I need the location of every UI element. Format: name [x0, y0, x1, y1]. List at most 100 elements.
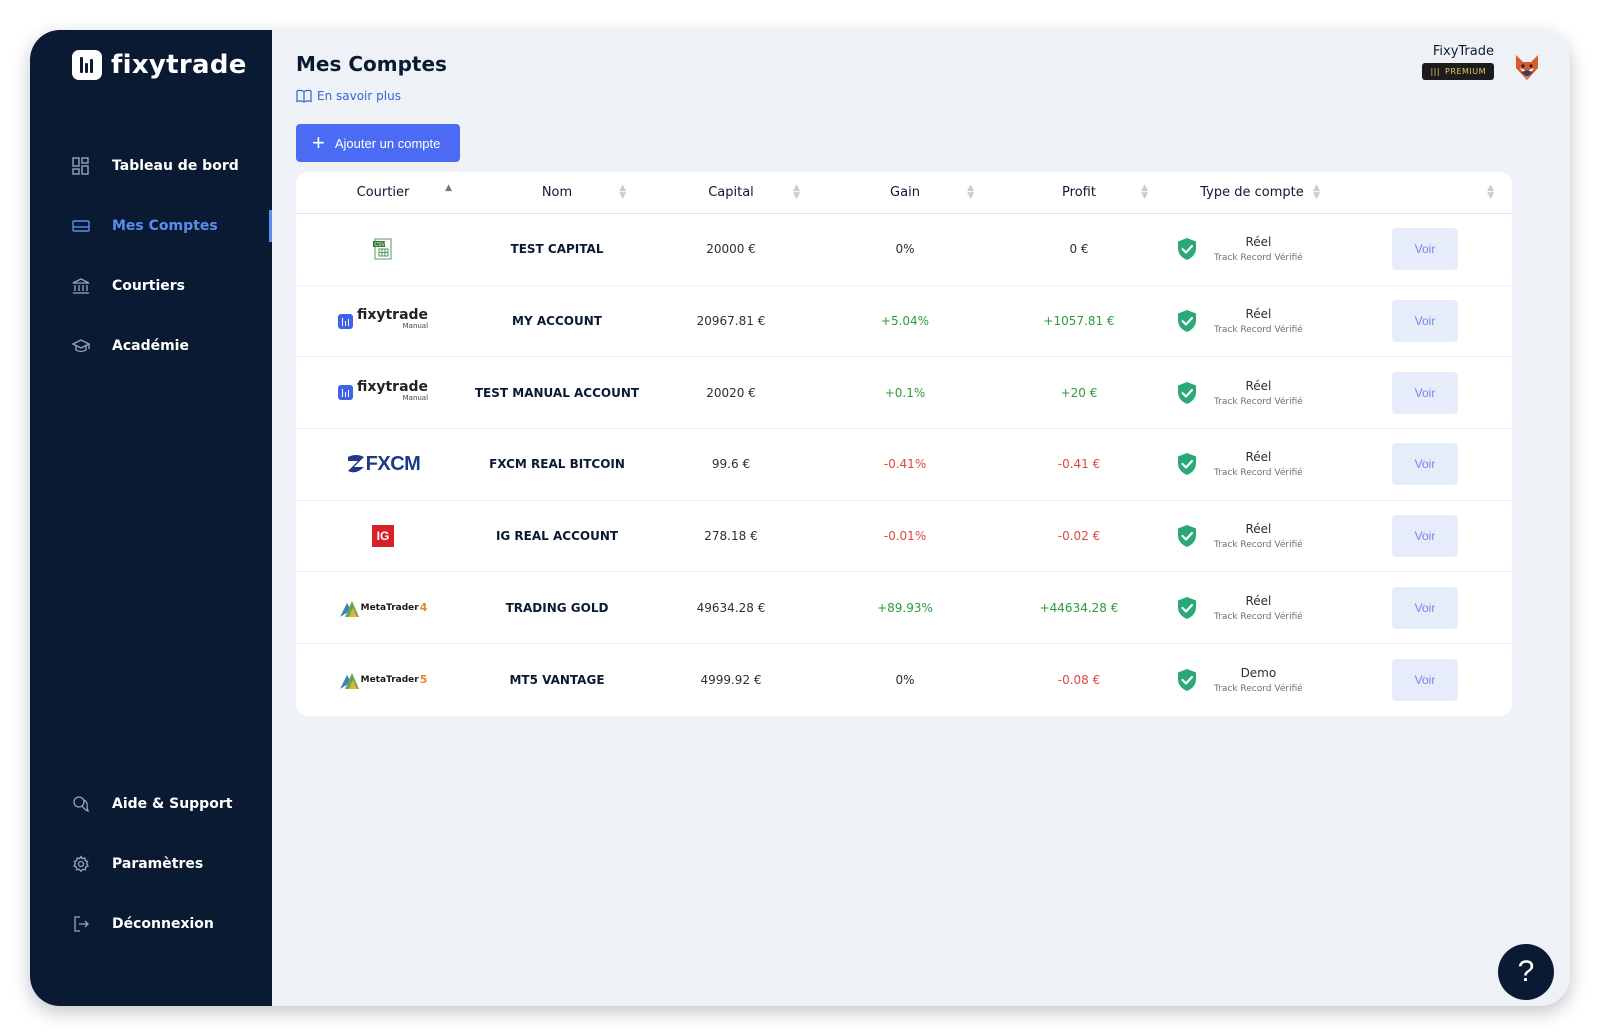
broker-cell: fixytrade Manual: [296, 380, 470, 404]
support-chat-icon: [73, 796, 90, 813]
sort-icon: ▲ ▼: [1487, 183, 1494, 201]
help-button[interactable]: ?: [1498, 944, 1554, 1000]
account-name: MT5 VANTAGE: [509, 672, 605, 687]
account-name: TEST CAPITAL: [510, 242, 604, 257]
broker-cell: FXCM: [296, 453, 470, 476]
sort-asc-icon: ▲: [445, 183, 452, 193]
fxcm-mark-icon: [347, 455, 364, 473]
profit-cell: 0 €: [1069, 242, 1089, 257]
capital-cell: 99.6 €: [711, 457, 751, 472]
column-header-capital[interactable]: Capital ▲ ▼: [644, 172, 818, 213]
capital-cell: 20020 €: [706, 385, 756, 400]
action-cell: Voir: [1338, 300, 1512, 343]
profit-cell: -0.41 €: [1057, 457, 1101, 472]
track-record-status: Track Record Vérifié: [1214, 253, 1303, 264]
view-account-button[interactable]: Voir: [1392, 228, 1458, 271]
view-account-button[interactable]: Voir: [1392, 658, 1458, 701]
broker-cell: fixytrade Manual: [296, 308, 470, 332]
sidebar-item-academy[interactable]: Académie: [30, 316, 272, 376]
track-record-status: Track Record Vérifié: [1214, 683, 1303, 694]
fixytrade-logo-icon: [72, 50, 102, 80]
column-header-actions[interactable]: ▲ ▼: [1338, 172, 1512, 213]
view-account-button[interactable]: Voir: [1392, 300, 1458, 343]
action-cell: Voir: [1338, 443, 1512, 486]
app-window: fixytrade Tableau de bord Mes Comptes Co…: [30, 30, 1570, 1006]
column-label: Capital: [708, 185, 754, 200]
view-account-button[interactable]: Voir: [1392, 443, 1458, 486]
metatrader-logo: MetaTrader 4: [339, 598, 427, 618]
fox-avatar-icon[interactable]: [1512, 52, 1542, 82]
view-account-button[interactable]: Voir: [1392, 515, 1458, 558]
sidebar-item-dashboard[interactable]: Tableau de bord: [30, 136, 272, 196]
fixytrade-manual-logo: fixytrade Manual: [337, 380, 428, 404]
view-account-button[interactable]: Voir: [1392, 586, 1458, 629]
learn-more-link[interactable]: En savoir plus: [296, 89, 401, 103]
verified-shield-icon: [1178, 453, 1196, 476]
sidebar-item-accounts[interactable]: Mes Comptes: [30, 196, 272, 256]
account-type: Réel: [1245, 450, 1272, 465]
account-name: IG REAL ACCOUNT: [495, 529, 619, 544]
track-record-status: Track Record Vérifié: [1214, 468, 1303, 479]
table-header: Courtier ▲ Nom ▲ ▼ Capital ▲ ▼ Gain ▲ ▼ Profit ▲…: [296, 172, 1512, 214]
add-account-button[interactable]: + Ajouter un compte: [296, 124, 460, 162]
column-header-name[interactable]: Nom ▲ ▼: [470, 172, 644, 213]
premium-icon: |||: [1430, 67, 1441, 76]
app-logo[interactable]: fixytrade: [72, 50, 247, 80]
sidebar-item-logout[interactable]: Déconnexion: [30, 894, 272, 954]
action-cell: Voir: [1338, 228, 1512, 271]
broker-cell: MetaTrader 5: [296, 670, 470, 690]
gear-icon: [73, 855, 89, 873]
action-cell: Voir: [1338, 658, 1512, 701]
capital-cell: 49634.28 €: [696, 600, 766, 615]
track-record-status: Track Record Vérifié: [1214, 540, 1303, 551]
gain-cell: +5.04%: [880, 314, 930, 329]
broker-cell: CSV: [296, 238, 470, 260]
sidebar-item-settings[interactable]: Paramètres: [30, 834, 272, 894]
table-row: fixytrade Manual TEST MANUAL ACCOUNT 20020 …: [296, 357, 1512, 430]
premium-badge: ||| PREMIUM: [1422, 63, 1494, 80]
column-header-account-type[interactable]: Type de compte ▲ ▼: [1166, 172, 1338, 213]
sidebar-item-label: Mes Comptes: [112, 218, 218, 234]
verified-shield-icon: [1178, 596, 1196, 619]
view-account-button[interactable]: Voir: [1392, 371, 1458, 414]
sidebar-item-support[interactable]: Aide & Support: [30, 774, 272, 834]
app-name: fixytrade: [111, 50, 247, 80]
column-label: Nom: [541, 185, 573, 200]
account-type-cell: Réel Track Record Vérifié: [1166, 379, 1338, 407]
column-header-gain[interactable]: Gain ▲ ▼: [818, 172, 992, 213]
account-type-cell: Réel Track Record Vérifié: [1166, 235, 1338, 263]
user-name: FixyTrade: [1432, 44, 1494, 59]
account-type-cell: Réel Track Record Vérifié: [1166, 594, 1338, 622]
sidebar: fixytrade Tableau de bord Mes Comptes Co…: [30, 30, 272, 1006]
sidebar-item-label: Courtiers: [112, 278, 185, 294]
table-row: IG IG REAL ACCOUNT 278.18 € -0.01% -0.02 € Ré…: [296, 501, 1512, 573]
sort-icon: ▲ ▼: [967, 183, 974, 201]
svg-text:CSV: CSV: [375, 242, 386, 248]
gain-cell: 0%: [895, 242, 915, 257]
track-record-status: Track Record Vérifié: [1214, 325, 1303, 336]
capital-cell: 20967.81 €: [696, 314, 766, 329]
metatrader-logo: MetaTrader 5: [339, 670, 427, 690]
sidebar-item-brokers[interactable]: Courtiers: [30, 256, 272, 316]
column-header-profit[interactable]: Profit ▲ ▼: [992, 172, 1166, 213]
fixytrade-logo-icon: [337, 385, 353, 401]
column-header-broker[interactable]: Courtier ▲: [296, 172, 470, 213]
main-content: Mes Comptes En savoir plus + Ajouter un …: [272, 30, 1570, 1006]
track-record-status: Track Record Vérifié: [1214, 396, 1303, 407]
graduation-cap-icon: [72, 339, 90, 353]
table-body: CSV TEST CAPITAL 20000 € 0% 0 € Réel Track Rec…: [296, 214, 1512, 716]
sidebar-item-label: Tableau de bord: [112, 158, 239, 174]
user-menu[interactable]: FixyTrade ||| PREMIUM: [1422, 44, 1542, 82]
verified-shield-icon: [1178, 381, 1196, 404]
plus-icon: +: [312, 130, 325, 155]
table-row: CSV TEST CAPITAL 20000 € 0% 0 € Réel Track Rec…: [296, 214, 1512, 286]
action-cell: Voir: [1338, 586, 1512, 629]
capital-cell: 20000 €: [706, 242, 756, 257]
table-row: MetaTrader 4 TRADING GOLD 49634.28 € +89.93%…: [296, 572, 1512, 645]
track-record-status: Track Record Vérifié: [1214, 611, 1303, 622]
broker-cell: MetaTrader 4: [296, 598, 470, 618]
fixytrade-manual-logo: fixytrade Manual: [337, 308, 428, 332]
metatrader-mark-icon: [339, 672, 359, 689]
learn-more-label: En savoir plus: [317, 89, 401, 103]
account-type: Réel: [1245, 307, 1272, 322]
